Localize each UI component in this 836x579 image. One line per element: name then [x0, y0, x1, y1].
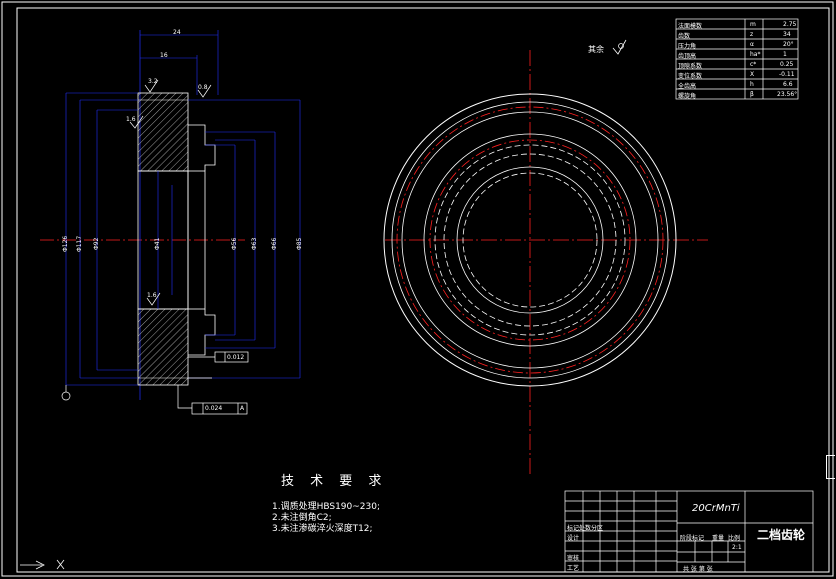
param-name: 顶隙系数: [678, 63, 703, 70]
roughness-value: 0.8: [198, 84, 208, 91]
diameter-dimension: Φ66: [271, 237, 278, 250]
tolerance-value-b: 0.024: [205, 405, 223, 412]
tech-requirement-item: 3.未注渗碳淬火深度T12;: [272, 524, 373, 534]
sheets-label: 共 张 第 张: [683, 566, 713, 573]
lower-rim-section: [137, 308, 189, 386]
param-value: -0.11: [779, 71, 795, 78]
param-name: 齿数: [678, 33, 691, 40]
param-symbol: α: [750, 41, 754, 48]
gear-front-view: [383, 50, 708, 475]
title-block-label: 设计: [567, 535, 580, 542]
param-value: 6.6: [783, 81, 793, 88]
param-value: 20°: [783, 41, 794, 48]
diameter-dimension: Φ41: [154, 237, 161, 250]
diameter-dimension: Φ56: [231, 237, 238, 250]
param-value: 2.75: [783, 21, 797, 28]
diameter-dimension: Φ85: [296, 237, 303, 250]
material-label: 20CrMnTi: [692, 503, 740, 514]
scale-value: 2:1: [732, 544, 742, 551]
cad-drawing-canvas[interactable]: [0, 0, 836, 579]
param-value: 0.25: [780, 61, 794, 68]
param-symbol: ha*: [750, 51, 761, 58]
scale-label: 比例: [728, 535, 741, 542]
gear-section-view: [40, 30, 301, 415]
param-name: 螺旋角: [678, 93, 697, 100]
weight-label: 重量: [712, 535, 725, 542]
param-symbol: β: [750, 91, 754, 98]
param-name: 齿顶高: [678, 53, 697, 60]
title-block-label: 标记处数分区: [567, 525, 604, 532]
tolerance-value-a: 0.012: [227, 354, 245, 361]
surface-roughness-note: 其余: [588, 45, 604, 54]
roughness-value: 3.2: [148, 78, 158, 85]
param-name: 法面模数: [678, 23, 703, 30]
param-name: 压力角: [678, 43, 697, 50]
datum-letter: A: [240, 405, 245, 412]
roughness-value: 1.6: [126, 116, 136, 123]
param-symbol: m: [750, 21, 756, 28]
param-value: 23.56°: [777, 91, 798, 98]
sub-dimension: 16: [160, 52, 168, 59]
stage-label: 阶段标记: [680, 535, 705, 542]
param-symbol: z: [750, 31, 754, 38]
diameter-dimension: Φ126: [62, 235, 69, 252]
param-name: 变位系数: [678, 73, 703, 80]
outer-frame: [1, 1, 834, 577]
roughness-value: 1.6: [147, 292, 157, 299]
param-value: 34: [783, 31, 791, 38]
diameter-dimension: Φ92: [93, 237, 100, 250]
diameter-dimension: Φ117: [76, 235, 83, 252]
diameter-dimension: Φ63: [251, 237, 258, 250]
scroll-handle[interactable]: [826, 455, 835, 479]
tech-requirements-title: 技 术 要 求: [281, 474, 388, 489]
title-block-label: 工艺: [567, 565, 580, 572]
ucs-icon: [20, 559, 65, 570]
upper-rim-section: [137, 92, 189, 172]
top-dimension: 24: [173, 29, 181, 36]
title-block-label: 审核: [567, 555, 580, 562]
param-value: 1: [783, 51, 787, 58]
part-name-label: 二档齿轮: [757, 528, 806, 542]
param-name: 全齿高: [678, 83, 697, 90]
param-symbol: c*: [750, 61, 757, 68]
param-symbol: h: [750, 81, 754, 88]
param-symbol: X: [750, 71, 755, 78]
